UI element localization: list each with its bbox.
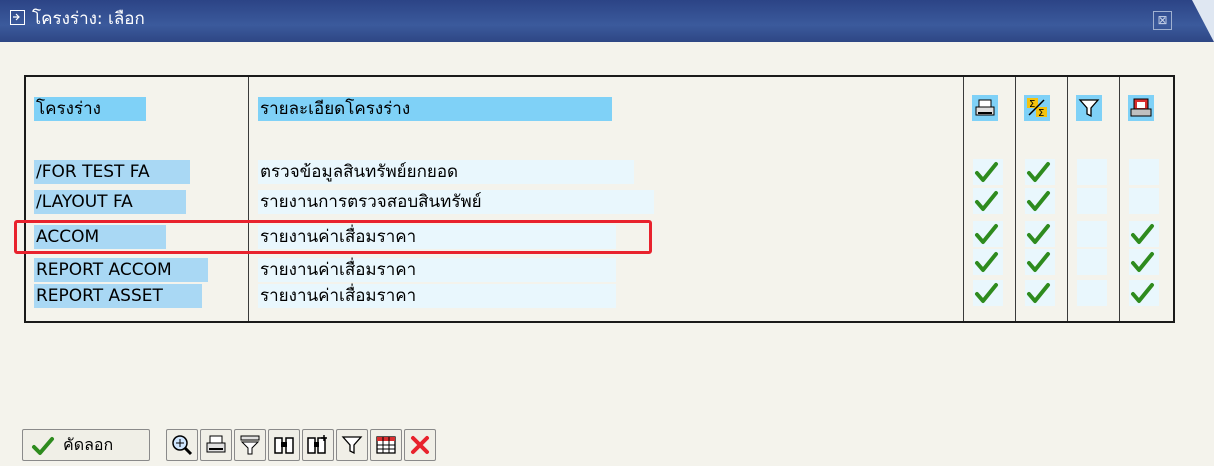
column-header-layout[interactable]: โครงร่าง	[34, 97, 146, 121]
column-divider	[1119, 77, 1120, 321]
find-button[interactable]	[268, 429, 300, 461]
print-button[interactable]	[200, 429, 232, 461]
option-checkbox[interactable]	[1025, 188, 1055, 214]
details-button[interactable]	[166, 429, 198, 461]
column-divider	[1067, 77, 1068, 321]
option-checkbox[interactable]	[1129, 159, 1159, 185]
option-checkbox[interactable]	[1129, 249, 1159, 275]
option-checkbox[interactable]	[1077, 221, 1107, 247]
funnel-stack-icon	[240, 435, 260, 455]
layout-description-cell[interactable]: รายงานค่าเสื่อมราคา	[258, 258, 616, 282]
checkmark-icon	[1027, 283, 1050, 303]
print-icon	[206, 435, 226, 453]
option-checkbox[interactable]	[1025, 249, 1055, 275]
layout-select-dialog: โครงร่าง: เลือก ⊠ โครงร่าง รายละเอียดโคร…	[0, 0, 1214, 466]
option-checkbox[interactable]	[1129, 280, 1159, 306]
filter-button[interactable]	[336, 429, 368, 461]
user-icon[interactable]	[1128, 95, 1154, 121]
svg-text:Σ: Σ	[1029, 99, 1035, 110]
checkmark-icon	[975, 191, 998, 211]
layout-description-cell[interactable]: ตรวจข้อมูลสินทรัพย์ยกยอด	[258, 160, 634, 184]
layout-description-cell[interactable]: รายงานค่าเสื่อมราคา	[258, 284, 616, 308]
window-title: โครงร่าง: เลือก	[32, 9, 145, 29]
option-checkbox[interactable]	[1025, 159, 1055, 185]
checkmark-icon	[1027, 191, 1050, 211]
column-divider	[248, 77, 249, 321]
svg-text:Σ: Σ	[1038, 108, 1044, 119]
checkmark-icon	[1027, 224, 1050, 244]
title-bar: โครงร่าง: เลือก ⊠	[0, 0, 1214, 42]
option-checkbox[interactable]	[1077, 188, 1107, 214]
sum-icon[interactable]: ΣΣ	[1024, 95, 1050, 121]
checkmark-icon	[975, 252, 998, 272]
copy-label: คัดลอก	[63, 435, 114, 454]
find-next-button[interactable]	[302, 429, 334, 461]
option-checkbox[interactable]	[973, 221, 1003, 247]
grid-icon	[376, 436, 396, 454]
layout-name-cell[interactable]: REPORT ASSET	[34, 284, 202, 308]
close-icon	[411, 436, 429, 454]
filter-icon[interactable]	[1076, 95, 1102, 121]
checkmark-icon	[1131, 224, 1154, 244]
window-icon	[10, 10, 25, 25]
option-checkbox[interactable]	[1077, 249, 1107, 275]
checkmark-icon	[975, 224, 998, 244]
layout-name-cell[interactable]: /FOR TEST FA	[34, 160, 190, 184]
option-checkbox[interactable]	[1077, 159, 1107, 185]
column-header-description[interactable]: รายละเอียดโครงร่าง	[258, 97, 612, 121]
checkmark-icon	[975, 162, 998, 182]
option-checkbox[interactable]	[1025, 280, 1055, 306]
checkmark-icon	[1131, 283, 1154, 303]
option-checkbox[interactable]	[973, 188, 1003, 214]
checkmark-icon	[32, 437, 54, 455]
option-checkbox[interactable]	[973, 159, 1003, 185]
layout-button[interactable]	[370, 429, 402, 461]
checkmark-icon	[1027, 252, 1050, 272]
layout-description-cell[interactable]: รายงานการตรวจสอบสินทรัพย์	[258, 190, 654, 214]
layout-name-cell[interactable]: /LAYOUT FA	[34, 190, 186, 214]
option-checkbox[interactable]	[1129, 188, 1159, 214]
option-checkbox[interactable]	[973, 249, 1003, 275]
column-divider	[963, 77, 964, 321]
dialog-toolbar: คัดลอก	[0, 413, 1214, 466]
binoculars-plus-icon	[307, 435, 327, 454]
binoculars-icon	[274, 437, 294, 454]
checkmark-icon	[975, 283, 998, 303]
copy-button[interactable]: คัดลอก	[22, 429, 150, 461]
option-checkbox[interactable]	[1129, 221, 1159, 247]
layout-table: โครงร่าง รายละเอียดโครงร่าง ΣΣ /FOR TEST…	[24, 75, 1175, 323]
checkmark-icon	[1131, 252, 1154, 272]
annotation-highlight	[14, 220, 652, 254]
title-bar-corner	[1192, 0, 1214, 42]
option-checkbox[interactable]	[1077, 280, 1107, 306]
filter-icon	[341, 436, 363, 455]
layout-name-cell[interactable]: REPORT ACCOM	[34, 258, 208, 282]
close-icon[interactable]: ⊠	[1153, 11, 1172, 30]
magnifier-icon	[172, 435, 193, 456]
sort-button[interactable]	[234, 429, 266, 461]
column-divider	[1015, 77, 1016, 321]
option-checkbox[interactable]	[973, 280, 1003, 306]
cancel-button[interactable]	[404, 429, 436, 461]
checkmark-icon	[1027, 162, 1050, 182]
print-icon[interactable]	[972, 95, 998, 121]
option-checkbox[interactable]	[1025, 221, 1055, 247]
